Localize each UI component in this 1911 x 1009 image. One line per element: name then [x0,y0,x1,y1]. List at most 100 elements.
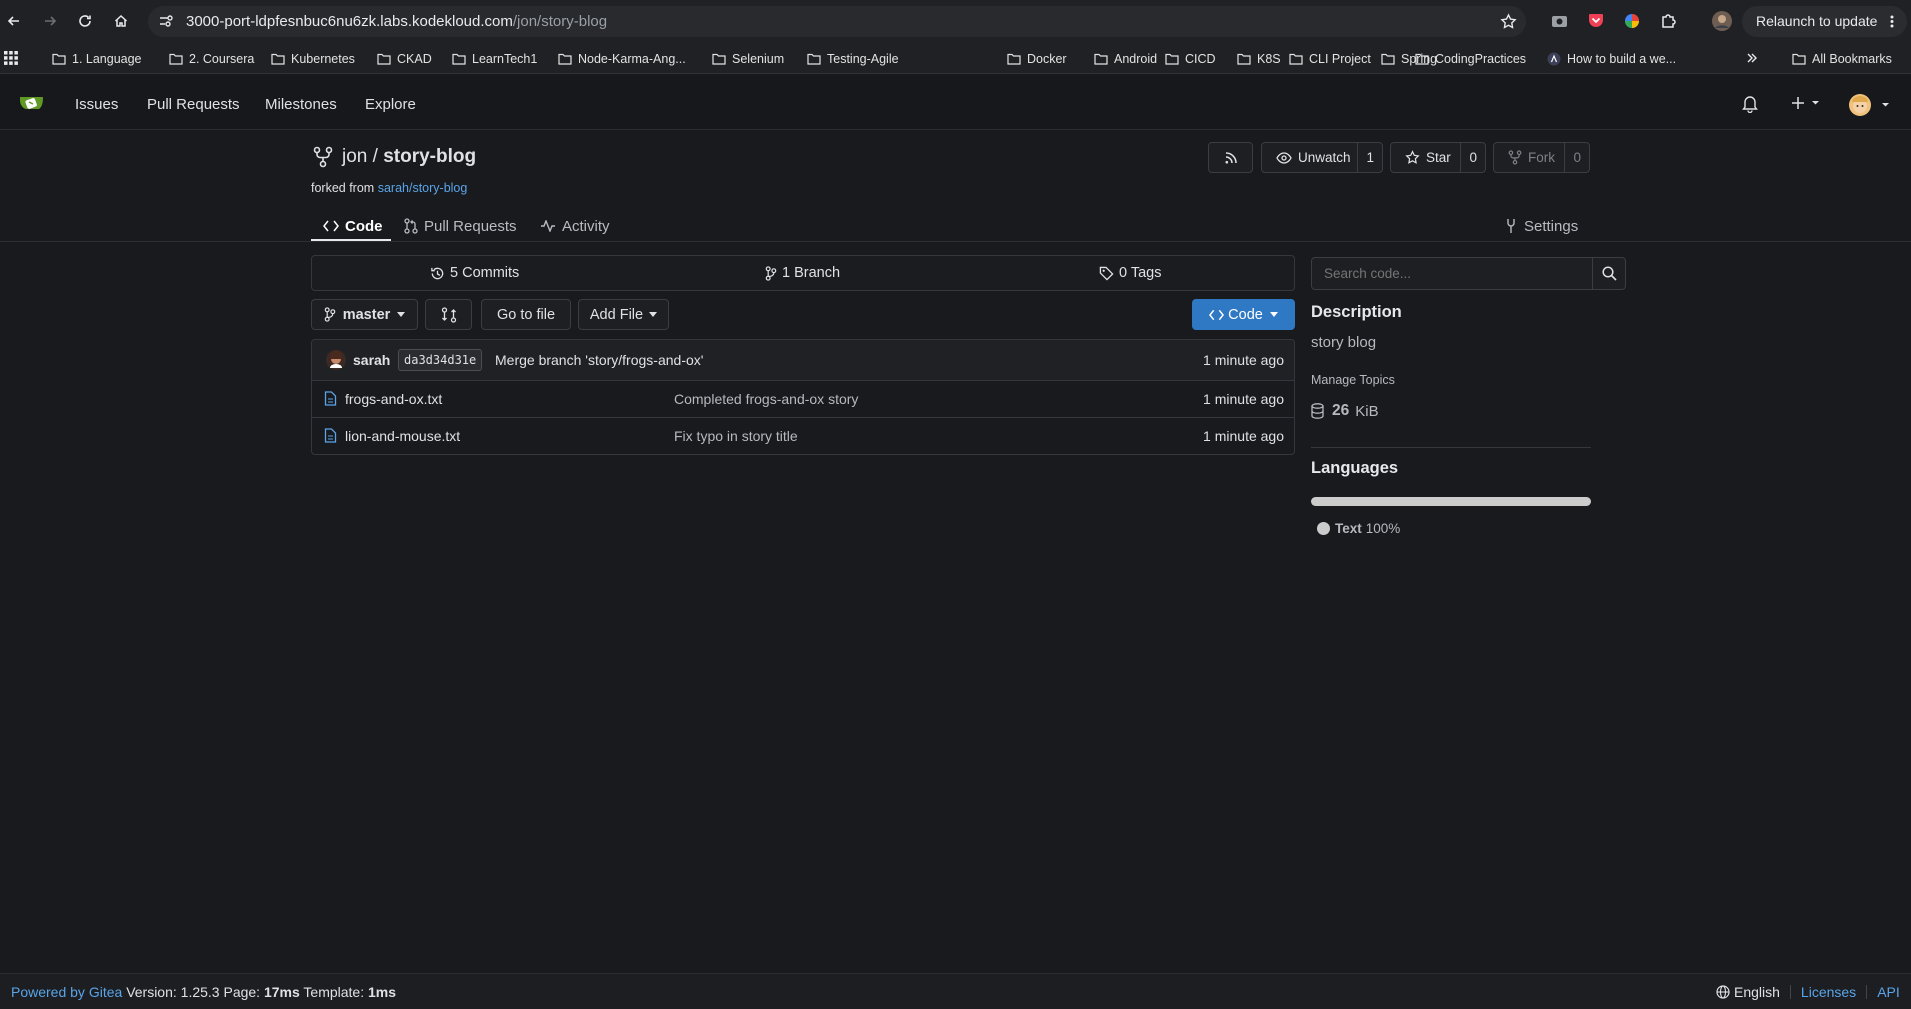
bookmark-label: CICD [1185,52,1216,66]
star-button[interactable]: Star 0 [1390,142,1486,173]
nav-explore[interactable]: Explore [365,96,416,113]
file-row[interactable]: frogs-and-ox.txt Completed frogs-and-ox … [312,381,1294,418]
notifications-bell-icon[interactable] [1742,95,1758,113]
file-commit-message[interactable]: Fix typo in story title [674,428,798,444]
licenses-link[interactable]: Licenses [1801,984,1856,1000]
bookmark-item[interactable]: Kubernetes [271,50,355,68]
nav-pull-requests[interactable]: Pull Requests [147,96,240,113]
description-heading: Description [1311,303,1402,321]
bookmark-item[interactable]: 1. Language [52,50,142,68]
tools-icon [1504,218,1518,234]
all-bookmarks-button[interactable]: All Bookmarks [1792,50,1892,68]
footer-right: English Licenses API [1716,984,1900,1000]
bookmark-label: Selenium [732,52,785,66]
commit-message[interactable]: Merge branch 'story/frogs-and-ox' [495,352,703,368]
folder-icon [271,53,285,65]
folder-icon [558,53,572,65]
camera-extension-icon[interactable] [1551,13,1568,28]
file-list: sarah da3d34d31e Merge branch 'story/fro… [311,339,1295,455]
file-name-link[interactable]: lion-and-mouse.txt [345,428,460,444]
bookmark-item[interactable]: Docker [1007,50,1067,68]
tab-activity[interactable]: Activity [540,211,610,241]
bookmarks-overflow-icon[interactable] [1746,52,1758,64]
bookmark-item[interactable]: Selenium [712,50,784,68]
relaunch-button[interactable]: Relaunch to update [1742,6,1907,37]
file-row[interactable]: lion-and-mouse.txt Fix typo in story tit… [312,418,1294,455]
branch-name: master [342,306,391,323]
bookmark-item[interactable]: Testing-Agile [807,50,899,68]
star-label: Star [1426,150,1451,165]
create-new-plus-icon[interactable] [1791,96,1821,110]
pulse-icon [540,220,556,232]
nav-milestones[interactable]: Milestones [265,96,337,113]
fork-count[interactable]: 0 [1564,143,1589,172]
code-search-button[interactable] [1592,257,1626,290]
language-selector[interactable]: English [1734,984,1780,1000]
watch-count[interactable]: 1 [1357,143,1382,172]
address-bar[interactable]: 3000-port-ldpfesnbuc6nu6zk.labs.kodeklou… [148,6,1526,37]
file-commit-message[interactable]: Completed frogs-and-ox story [674,391,858,407]
bookmark-label: Docker [1027,52,1067,66]
repo-name-link[interactable]: story-blog [383,146,476,167]
apps-grid-icon[interactable] [4,51,18,65]
commits-link[interactable]: 5 Commits [430,265,519,281]
star-count[interactable]: 0 [1460,143,1485,172]
powered-by-link[interactable]: Powered by Gitea [11,984,122,1000]
manage-topics-link[interactable]: Manage Topics [1311,373,1395,387]
more-vertical-icon[interactable] [1890,15,1894,28]
pocket-extension-icon[interactable] [1588,13,1604,28]
branch-selector[interactable]: master [311,299,418,330]
code-search-input[interactable] [1311,257,1593,290]
back-icon[interactable] [3,10,25,32]
unwatch-label: Unwatch [1298,150,1351,165]
commit-author-avatar[interactable] [326,350,346,370]
bookmark-item[interactable]: Node-Karma-Ang... [558,50,686,68]
site-favicon-icon [1547,52,1561,66]
commit-sha-label[interactable]: da3d34d31e [398,349,483,371]
bookmark-item[interactable]: CLI Project [1289,50,1371,68]
bookmark-star-icon[interactable] [1500,13,1517,30]
file-name-link[interactable]: frogs-and-ox.txt [345,391,442,407]
tab-pull-requests[interactable]: Pull Requests [404,211,517,241]
clone-code-button[interactable]: Code [1192,299,1295,330]
forward-icon[interactable] [39,10,61,32]
fork-button[interactable]: Fork 0 [1493,142,1590,173]
site-info-icon[interactable] [158,14,174,28]
gitea-logo-icon[interactable] [14,93,44,115]
branches-link[interactable]: 1 Branch [765,265,840,281]
unwatch-button[interactable]: Unwatch 1 [1261,142,1383,173]
color-picker-extension-icon[interactable] [1624,13,1640,29]
bookmark-item[interactable]: LearnTech1 [452,50,537,68]
repo-owner-link[interactable]: jon [342,146,367,167]
language-item[interactable]: Text 100% [1317,521,1400,536]
file-commit-time: 1 minute ago [1203,391,1284,407]
folder-icon [807,53,821,65]
bookmark-item[interactable]: CodingPractices [1415,50,1526,68]
user-avatar[interactable] [1849,94,1891,118]
compare-button[interactable] [425,299,472,330]
bookmark-item[interactable]: K8S [1237,50,1281,68]
tags-link[interactable]: 0 Tags [1099,265,1161,281]
add-file-button[interactable]: Add File [578,299,669,330]
footer-template-label: Template: [303,984,365,1000]
forked-from-link[interactable]: sarah/story-blog [378,181,468,195]
api-link[interactable]: API [1877,984,1900,1000]
home-icon[interactable] [110,10,132,32]
extensions-puzzle-icon[interactable] [1660,12,1678,30]
nav-issues[interactable]: Issues [75,96,118,113]
profile-avatar-icon[interactable] [1712,11,1732,31]
footer-page-time: 17ms [263,984,300,1000]
commit-author-name[interactable]: sarah [353,352,390,368]
bookmark-label: How to build a we... [1567,52,1677,66]
bookmark-item[interactable]: How to build a we... [1547,50,1676,68]
bookmark-item[interactable]: CICD [1165,50,1216,68]
reload-icon[interactable] [74,10,96,32]
folder-icon [1415,53,1429,65]
bookmark-item[interactable]: Android [1094,50,1157,68]
go-to-file-button[interactable]: Go to file [481,299,571,330]
rss-feed-button[interactable] [1208,142,1253,173]
tab-code[interactable]: Code [323,211,383,241]
bookmark-item[interactable]: CKAD [377,50,432,68]
bookmark-item[interactable]: 2. Coursera [169,50,254,68]
tab-settings[interactable]: Settings [1504,211,1578,241]
